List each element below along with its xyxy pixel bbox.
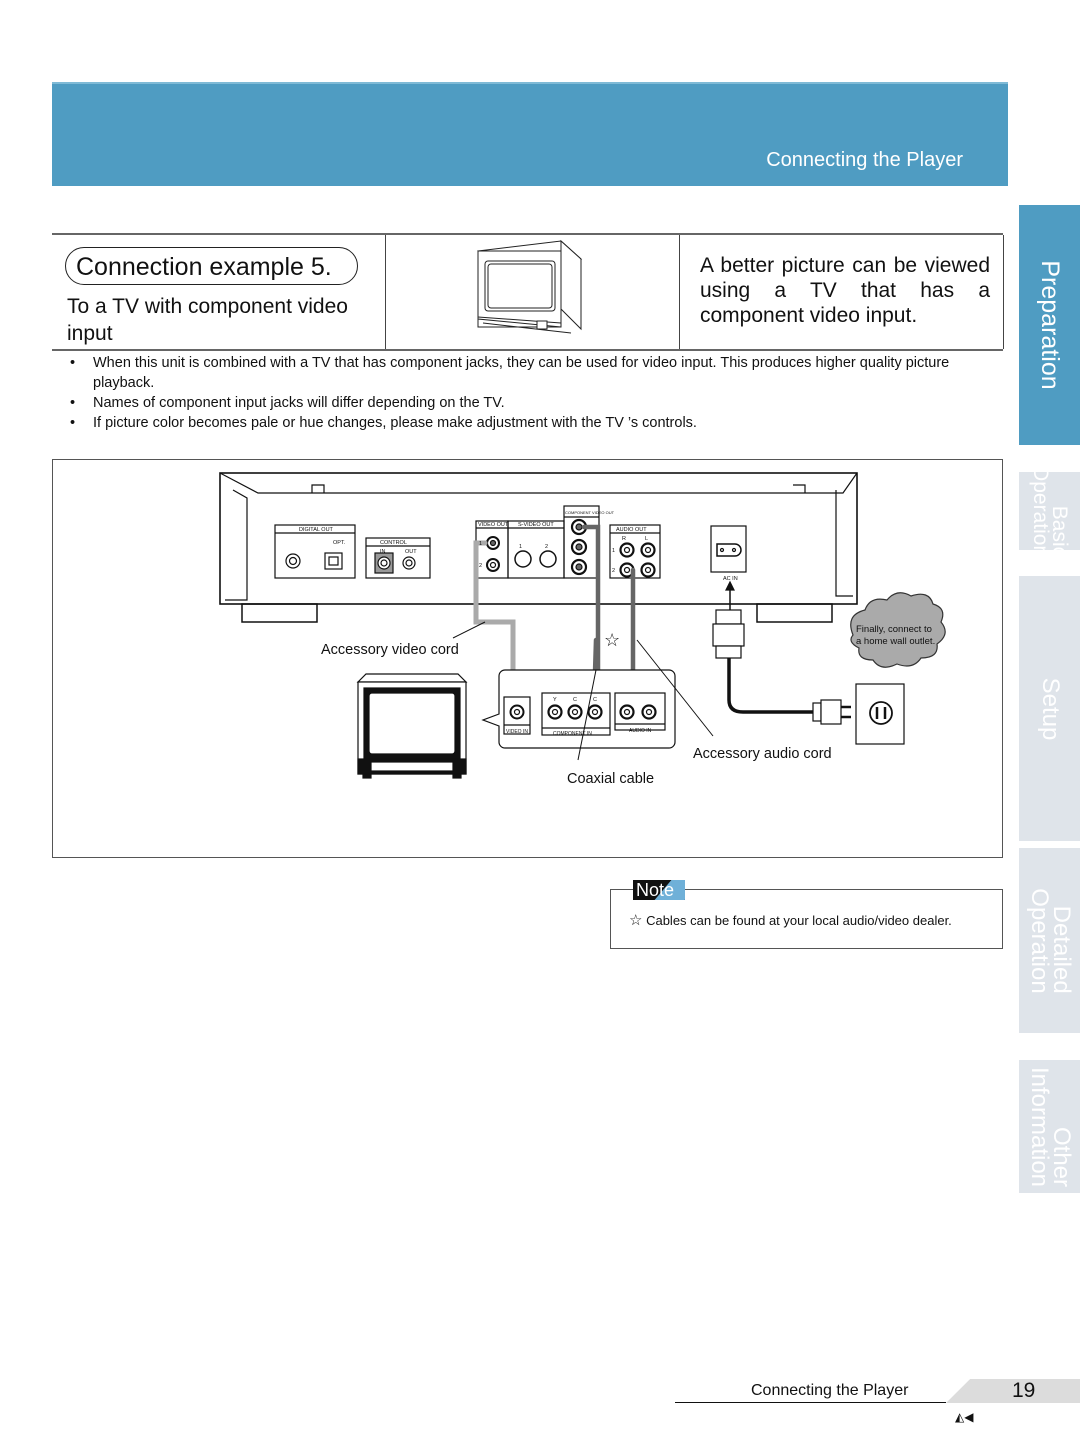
tab-setup[interactable]: Setup bbox=[1019, 576, 1080, 841]
star-icon: ☆ bbox=[629, 912, 643, 929]
control-in-label: IN bbox=[380, 549, 386, 555]
ac-in-socket bbox=[710, 525, 747, 610]
cloud-text: Finally, connect to a home wall outlet. bbox=[856, 624, 936, 647]
tv-set bbox=[356, 673, 468, 779]
video-in-label: VIDEO IN bbox=[506, 729, 528, 735]
footer-section-title: Connecting the Player bbox=[751, 1382, 909, 1399]
jack-2-label: 2 bbox=[479, 563, 482, 569]
tv-y-label: Y bbox=[553, 697, 557, 703]
note-text-row: ☆ Cables can be found at your local audi… bbox=[629, 911, 952, 929]
jack-1-label: 1 bbox=[479, 541, 482, 547]
intro-description-cell: A better picture can be viewed using a T… bbox=[679, 235, 1004, 349]
tab-preparation[interactable]: Preparation bbox=[1019, 205, 1080, 445]
digital-out-label: DIGITAL OUT bbox=[299, 527, 334, 533]
tab-label: Setup bbox=[1036, 677, 1064, 740]
component-in-label: COMPONENT IN bbox=[553, 731, 592, 737]
tv-cr-label: C bbox=[593, 697, 597, 703]
section-title: Connecting the Player bbox=[766, 149, 963, 171]
ac-in-label: AC IN bbox=[723, 576, 738, 582]
header-banner: Connecting the Player bbox=[52, 82, 1008, 186]
power-cord bbox=[712, 609, 851, 725]
intro-description: A better picture can be viewed using a T… bbox=[700, 254, 990, 327]
note-text: Cables can be found at your local audio/… bbox=[646, 913, 952, 928]
tv-illustration bbox=[477, 239, 583, 334]
audio-1-label: 1 bbox=[612, 548, 615, 554]
component-out-panel bbox=[563, 505, 600, 579]
bullet-item: Names of component input jacks will diff… bbox=[70, 393, 1010, 413]
audio-in-label: AUDIO IN bbox=[629, 728, 652, 734]
video-cord-label: Accessory video cord bbox=[321, 642, 459, 658]
tv-cb-label: C bbox=[573, 697, 577, 703]
intro-table: Connection example 5. To a TV with compo… bbox=[52, 233, 1004, 351]
dvd-player-rear bbox=[219, 472, 858, 623]
svideo-1-label: 1 bbox=[519, 544, 522, 550]
intro-title-cell: Connection example 5. To a TV with compo… bbox=[52, 235, 386, 349]
tab-basic-operation[interactable]: Basic Operation bbox=[1019, 465, 1080, 557]
tab-detailed-operation[interactable]: Detailed Operation bbox=[1019, 848, 1080, 1033]
tab-label: Other Information bbox=[1025, 1066, 1075, 1187]
component-video-out-label: COMPONENT VIDEO OUT bbox=[565, 510, 615, 515]
svideo-2-label: 2 bbox=[545, 544, 548, 550]
audio-cord-label: Accessory audio cord bbox=[693, 746, 832, 762]
connection-diagram: DIGITAL OUT OPT. CONTROL IN OUT VIDEO OU… bbox=[52, 459, 1003, 858]
video-out-label: VIDEO OUT bbox=[478, 522, 509, 528]
example-title: Connection example 5. bbox=[65, 247, 358, 285]
footer-rule bbox=[675, 1402, 946, 1403]
bullet-item: If picture color becomes pale or hue cha… bbox=[70, 413, 1010, 433]
diagram-drawing: DIGITAL OUT OPT. CONTROL IN OUT VIDEO OU… bbox=[219, 472, 946, 779]
audio-2-label: 2 bbox=[612, 568, 615, 574]
control-label: CONTROL bbox=[380, 540, 407, 546]
page-number: 19 bbox=[1012, 1379, 1036, 1402]
opt-label: OPT. bbox=[333, 540, 346, 546]
audio-l-label: L bbox=[645, 536, 648, 542]
note-badge-label: Note bbox=[636, 880, 675, 900]
bullet-item: When this unit is combined with a TV tha… bbox=[70, 353, 1010, 393]
tab-label: Basic Operation bbox=[1028, 464, 1071, 558]
control-out-label: OUT bbox=[405, 549, 417, 555]
tab-other-information[interactable]: Other Information bbox=[1019, 1060, 1080, 1193]
tab-label: Detailed Operation bbox=[1025, 887, 1075, 994]
audio-r-label: R bbox=[622, 536, 626, 542]
example-subtitle: To a TV with component video input bbox=[67, 295, 348, 345]
s-video-out-label: S-VIDEO OUT bbox=[518, 522, 554, 528]
intro-image-cell bbox=[385, 235, 680, 349]
wall-outlet bbox=[855, 683, 905, 745]
back-icon[interactable]: ◭◀ bbox=[955, 1410, 973, 1424]
tab-label: Preparation bbox=[1035, 260, 1064, 390]
audio-out-label: AUDIO OUT bbox=[616, 527, 647, 533]
coaxial-cable-label: Coaxial cable bbox=[567, 771, 655, 787]
note-badge: Note bbox=[633, 880, 685, 900]
star-marker: ☆ bbox=[604, 630, 621, 650]
bullet-list: When this unit is combined with a TV tha… bbox=[70, 353, 1010, 433]
